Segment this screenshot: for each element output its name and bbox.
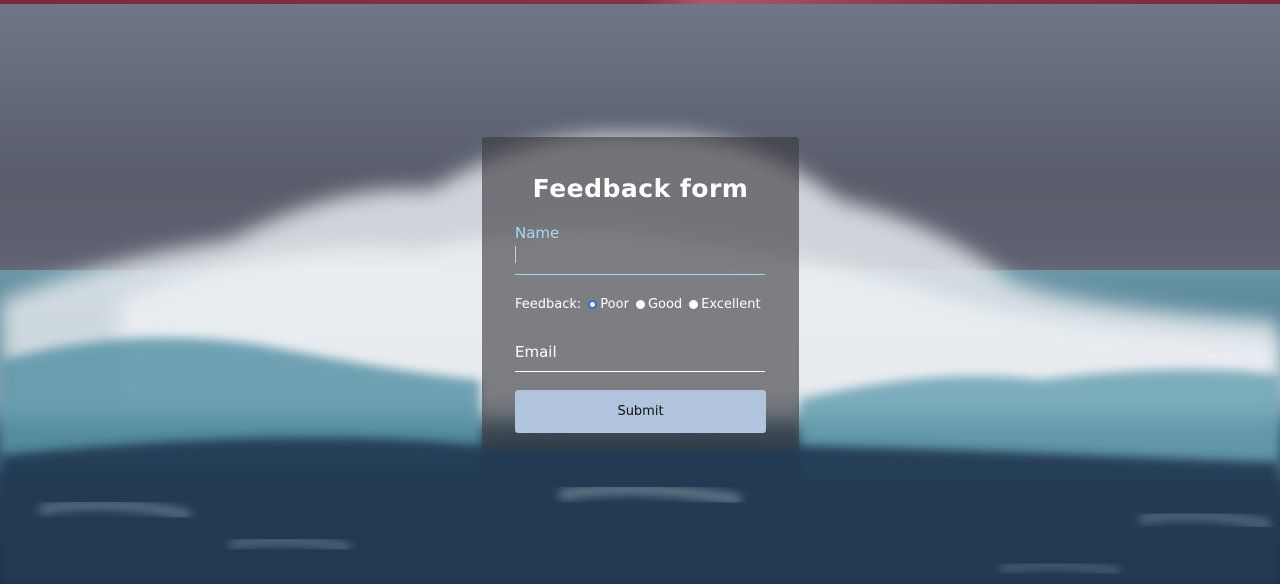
email-placeholder: Email <box>515 343 557 361</box>
page: Feedback form Name Feedback: Poor Good E… <box>0 0 1280 584</box>
form-title: Feedback form <box>532 174 749 203</box>
feedback-label: Feedback: <box>515 296 582 312</box>
radio-option-good[interactable]: Good <box>635 296 683 312</box>
text-caret <box>515 246 516 263</box>
radio-label-good: Good <box>647 296 683 312</box>
name-input[interactable] <box>515 243 765 275</box>
radio-label-excellent: Excellent <box>701 296 761 312</box>
radio-unchecked-icon[interactable] <box>635 299 645 309</box>
radio-unchecked-icon[interactable] <box>689 299 699 309</box>
name-label: Name <box>515 224 560 242</box>
feedback-radio-group: Feedback: Poor Good Excellent <box>515 295 768 313</box>
radio-option-poor[interactable]: Poor <box>588 297 629 312</box>
email-field[interactable]: Email <box>515 337 765 372</box>
submit-button[interactable]: Submit <box>515 390 766 433</box>
radio-checked-icon[interactable] <box>588 299 598 309</box>
feedback-form-card: Feedback form Name Feedback: Poor Good E… <box>482 137 799 450</box>
top-accent-strip <box>0 0 1280 4</box>
radio-label-poor: Poor <box>600 296 629 312</box>
radio-option-excellent[interactable]: Excellent <box>689 296 761 312</box>
